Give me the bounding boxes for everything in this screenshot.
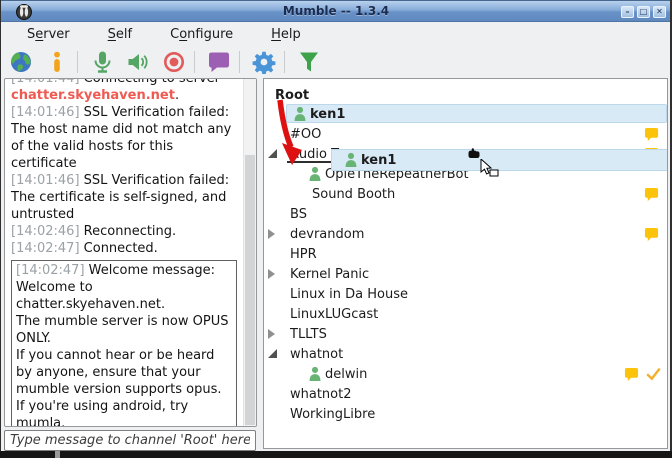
chat-log: [14:01:44] Connecting to serverchatter.s… (5, 79, 242, 426)
tree-user-delwin[interactable]: delwin (264, 364, 667, 384)
drag-ghost-label: ken1 (361, 153, 396, 168)
tree-channel-whatnot[interactable]: whatnot (264, 344, 667, 364)
tree-item-label: delwin (325, 367, 367, 382)
tree-item-label: devrandom (290, 227, 364, 242)
tree-channel-linux-in-da-house[interactable]: Linux in Da House (264, 284, 667, 304)
menu-self[interactable]: Self (95, 25, 145, 44)
server-information-icon[interactable] (41, 48, 73, 76)
tree-item-label: HPR (290, 247, 317, 262)
window-controls: –□✕ (621, 6, 666, 18)
chat-message: [14:01:46] SSL Verification failed: The … (11, 104, 240, 172)
tree-item-label: Linux in Da House (290, 287, 408, 302)
menu-server[interactable]: Server (14, 25, 83, 44)
record-icon[interactable] (158, 48, 190, 76)
checkmark-icon (646, 368, 661, 381)
channel-tree-panel: Rootken1#OOAudio TOpieTheRepeatherBotSou… (263, 78, 668, 449)
toolbar-separator (284, 51, 285, 73)
expand-arrow-icon[interactable] (268, 329, 275, 339)
tree-channel-kernel-panic[interactable]: Kernel Panic (264, 264, 667, 284)
resize-notch (55, 451, 60, 458)
deafen-speaker-icon[interactable] (122, 48, 154, 76)
close-button[interactable]: ✕ (653, 6, 666, 18)
chat-scrollbar-thumb[interactable] (245, 155, 255, 425)
expand-arrow-icon[interactable] (268, 229, 275, 239)
comment-bubble-icon (644, 187, 659, 202)
tree-channel-bs[interactable]: BS (264, 204, 667, 224)
minimize-button[interactable]: – (621, 6, 634, 18)
toolbar (1, 45, 670, 78)
chat-message: chatter.skyehaven.net. (11, 87, 240, 104)
tree-channel-workinglibre[interactable]: WorkingLibre (264, 404, 667, 424)
chat-log-panel: [14:01:44] Connecting to serverchatter.s… (4, 78, 257, 427)
chat-message: [14:01:46] SSL Verification failed: The … (11, 172, 240, 223)
chat-scrollbar[interactable] (243, 79, 256, 426)
mumble-window: Mumble -- 1.3.4 –□✕ Server Self Configure H… (0, 0, 672, 458)
message-input[interactable] (4, 430, 256, 451)
tree-channel-devrandom[interactable]: devrandom (264, 224, 667, 244)
user-icon (308, 366, 322, 382)
tree-channel-hpr[interactable]: HPR (264, 244, 667, 264)
window-frame-bottom (0, 451, 672, 458)
collapse-arrow-icon[interactable] (268, 349, 277, 358)
tree-item-label: Sound Booth (312, 187, 395, 202)
drop-indicator (287, 161, 336, 163)
window-frame-left (0, 0, 1, 458)
tree-item-label: #OO (290, 127, 321, 142)
maximize-button[interactable]: □ (637, 6, 650, 18)
tree-item-label: ken1 (310, 107, 345, 122)
toolbar-separator (194, 51, 195, 73)
user-icon (344, 152, 358, 168)
tree-item-label: whatnot2 (290, 387, 352, 402)
tree-channel-oo[interactable]: #OO (264, 124, 667, 144)
grabbing-hand-cursor-icon (467, 147, 481, 163)
chat-message: [14:01:44] Connecting to server (11, 79, 240, 87)
menu-bar: Server Self Configure Help (1, 23, 670, 45)
comment-bubble-icon (624, 367, 639, 382)
mute-microphone-icon[interactable] (86, 48, 118, 76)
toolbar-separator (239, 51, 240, 73)
tree-item-label: Kernel Panic (290, 267, 369, 282)
menu-configure[interactable]: Configure (157, 25, 246, 44)
collapse-arrow-icon[interactable] (268, 149, 277, 158)
tree-item-label: TLLTS (290, 327, 327, 342)
toolbar-separator (77, 51, 78, 73)
tree-item-label: BS (290, 207, 307, 222)
comment-bubble-icon (644, 227, 659, 242)
comment-bubble-icon[interactable] (203, 48, 235, 76)
tree-item-label: Root (275, 88, 309, 103)
settings-gear-icon[interactable] (248, 48, 280, 76)
comment-bubble-icon (644, 127, 659, 142)
tree-item-label: WorkingLibre (290, 407, 375, 422)
expand-arrow-icon[interactable] (268, 269, 275, 279)
tree-channel-tllts[interactable]: TLLTS (264, 324, 667, 344)
user-icon (308, 166, 322, 182)
filter-funnel-icon[interactable] (293, 48, 325, 76)
chat-message: [14:02:46] Reconnecting. (11, 223, 240, 240)
title-bar[interactable]: Mumble -- 1.3.4 –□✕ (0, 0, 672, 22)
chat-message: [14:02:47] Connected. (11, 240, 240, 257)
drag-arrow-cursor-icon (480, 159, 500, 181)
tree-channel-whatnot2[interactable]: whatnot2 (264, 384, 667, 404)
tree-channel-linuxlugcast[interactable]: LinuxLUGcast (264, 304, 667, 324)
window-title: Mumble -- 1.3.4 (0, 4, 672, 18)
tree-item-label: whatnot (290, 347, 343, 362)
tree-root[interactable]: Root (264, 85, 667, 105)
tree-channel-sound-booth[interactable]: Sound Booth (264, 184, 667, 204)
tree-user-ken1[interactable]: ken1 (264, 104, 667, 124)
tree-item-label: LinuxLUGcast (290, 307, 378, 322)
user-icon (293, 106, 307, 122)
connect-server-globe-icon[interactable] (5, 48, 37, 76)
welcome-message-box: [14:02:47] Welcome message:Welcome to ch… (11, 260, 237, 426)
menu-help[interactable]: Help (258, 25, 314, 44)
